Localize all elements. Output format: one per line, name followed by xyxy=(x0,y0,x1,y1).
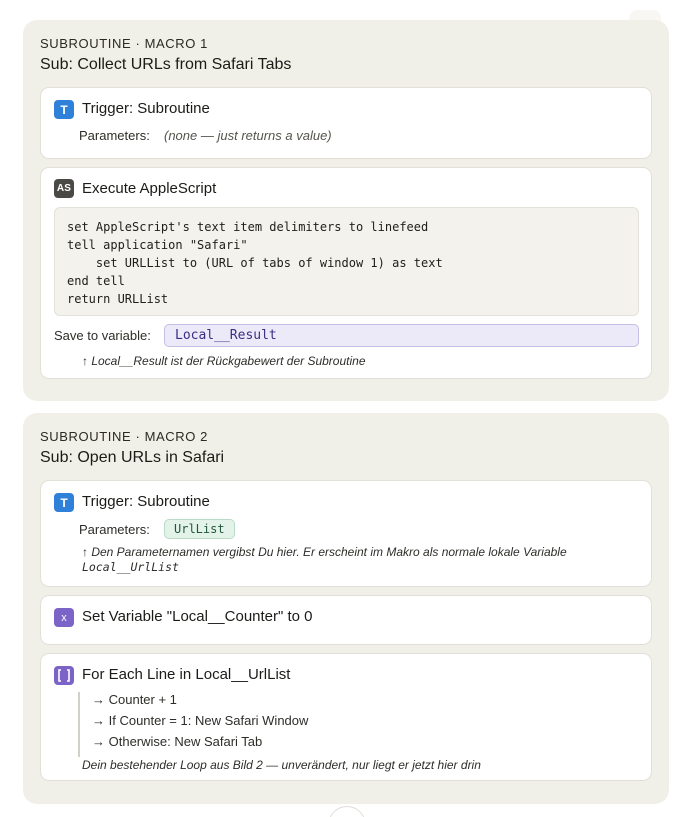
trigger-icon: T xyxy=(54,100,74,119)
macro-1-panel: SUBROUTINE · MACRO 1 Sub: Collect URLs f… xyxy=(23,20,669,401)
parameters-label: Parameters: xyxy=(79,128,150,143)
applescript-title: Execute AppleScript xyxy=(82,180,217,197)
loop-note: Dein bestehender Loop aus Bild 2 — unver… xyxy=(82,758,481,772)
applescript-code-editor[interactable]: set AppleScript's text item delimiters t… xyxy=(54,207,639,316)
macro-editor-page: ··· SUBROUTINE · MACRO 1 Sub: Collect UR… xyxy=(0,0,690,817)
macro-2-panel: SUBROUTINE · MACRO 2 Sub: Open URLs in S… xyxy=(23,413,669,804)
save-to-variable-input[interactable]: Local__Result xyxy=(164,324,639,347)
save-to-variable-value: Local__Result xyxy=(175,328,277,343)
loop-step: → If Counter = 1: New Safari Window xyxy=(92,713,309,728)
for-each-loop-title: For Each Line in Local__UrlList xyxy=(82,666,291,683)
variable-icon: x xyxy=(54,608,74,627)
loop-icon xyxy=(54,666,74,685)
parameter-note-variable: Local__UrlList xyxy=(82,560,179,574)
parameters-label: Parameters: xyxy=(79,522,150,537)
set-variable-title: Set Variable "Local__Counter" to 0 xyxy=(82,608,313,625)
trigger-icon: T xyxy=(54,493,74,512)
macro-1-applescript-card[interactable]: AS Execute AppleScript set AppleScript's… xyxy=(40,167,652,379)
macro-1-title: Sub: Collect URLs from Safari Tabs xyxy=(40,56,292,73)
add-action-button[interactable] xyxy=(328,806,366,817)
macro-1-kicker: SUBROUTINE · MACRO 1 xyxy=(40,36,209,51)
macro-1-trigger-card[interactable]: T Trigger: Subroutine Parameters: (none … xyxy=(40,87,652,159)
loop-step: → Counter + 1 xyxy=(92,692,177,707)
parameters-value: (none — just returns a value) xyxy=(164,128,332,143)
loop-steps: → Counter + 1 → If Counter = 1: New Safa… xyxy=(78,692,498,757)
macro-2-title: Sub: Open URLs in Safari xyxy=(40,449,225,466)
save-to-variable-label: Save to variable: xyxy=(54,328,151,343)
return-value-note: ↑ Local__Result ist der Rückgabewert der… xyxy=(82,354,366,368)
macro-2-trigger-card[interactable]: T Trigger: Subroutine Parameters: UrlLis… xyxy=(40,480,652,587)
for-each-loop-card[interactable]: For Each Line in Local__UrlList → Counte… xyxy=(40,653,652,781)
loop-step: → Otherwise: New Safari Tab xyxy=(92,734,263,749)
parameter-note-text: ↑ Den Parameternamen vergibst Du hier. E… xyxy=(82,545,567,559)
trigger-title: Trigger: Subroutine xyxy=(82,493,210,510)
parameter-name-note: ↑ Den Parameternamen vergibst Du hier. E… xyxy=(82,545,567,575)
set-variable-card[interactable]: x Set Variable "Local__Counter" to 0 xyxy=(40,595,652,645)
macro-2-kicker: SUBROUTINE · MACRO 2 xyxy=(40,429,209,444)
applescript-icon: AS xyxy=(54,179,74,198)
parameter-chip-label: UrlList xyxy=(174,522,225,536)
trigger-title: Trigger: Subroutine xyxy=(82,100,210,117)
parameter-chip-urllist[interactable]: UrlList xyxy=(164,519,235,539)
